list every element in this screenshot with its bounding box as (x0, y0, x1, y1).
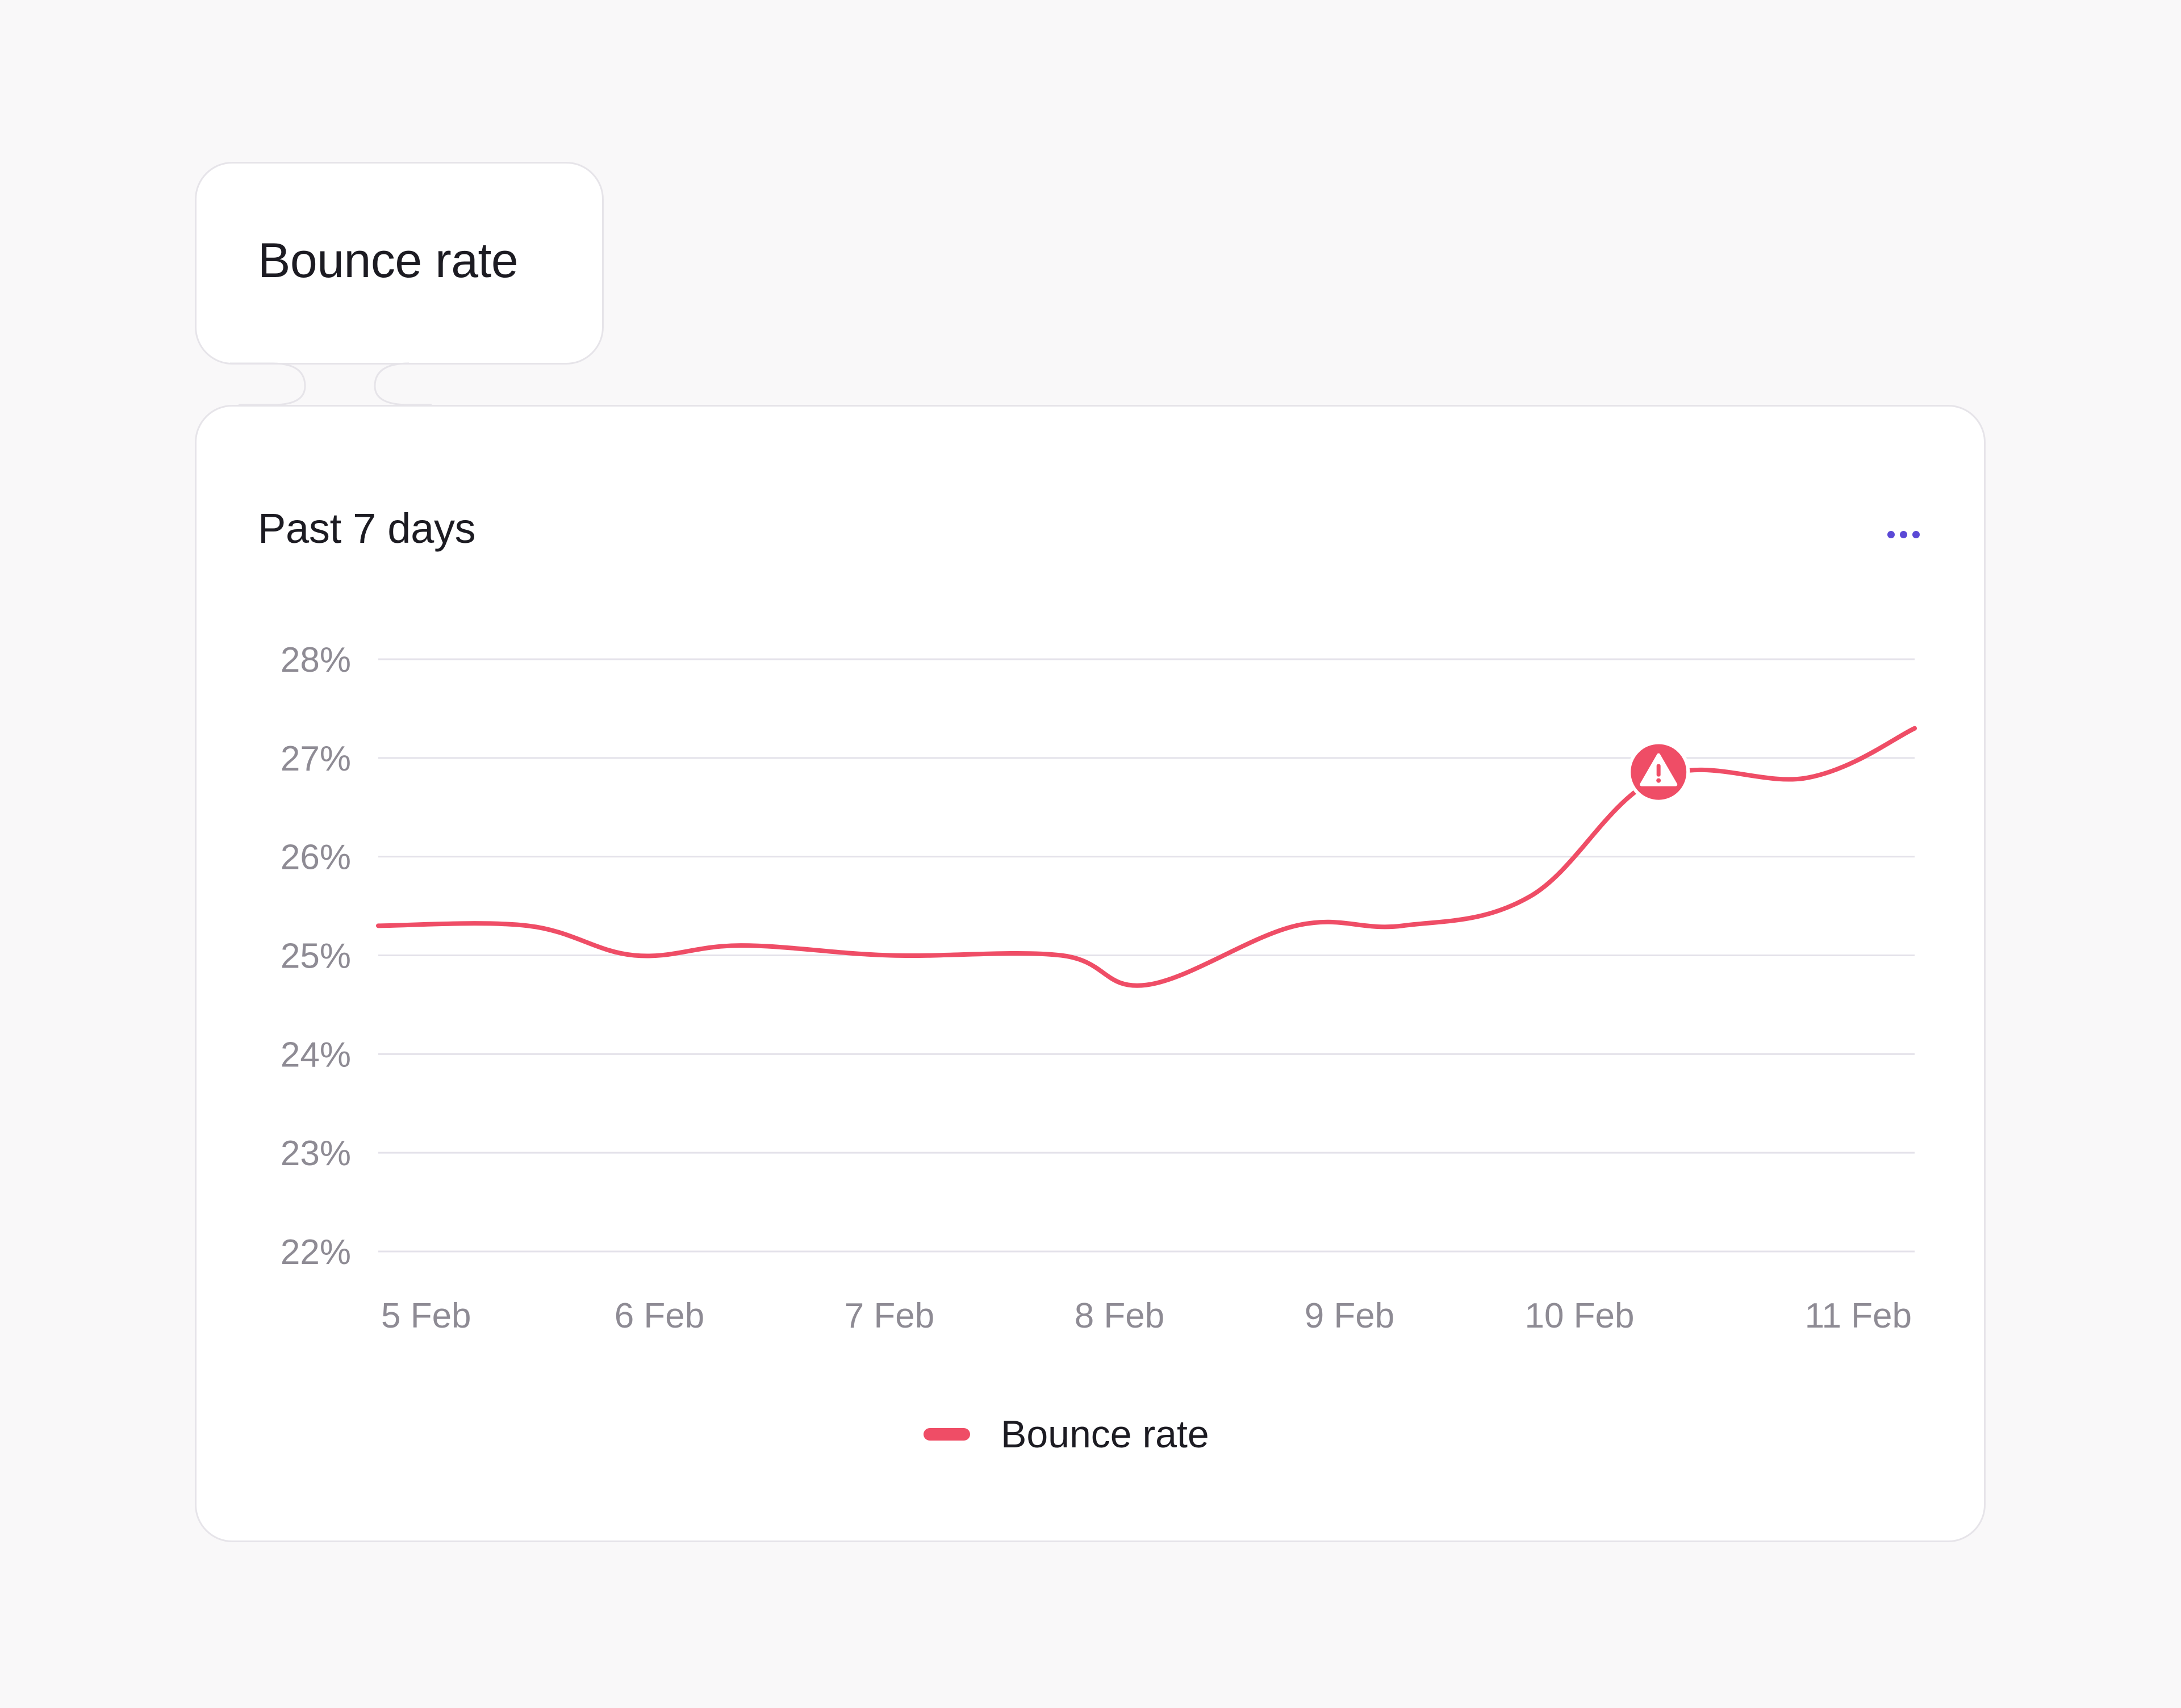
chart-legend: Bounce rate (924, 1406, 1209, 1463)
x-tick-label: 5 Feb (381, 1296, 471, 1336)
legend-swatch-bounce-rate (924, 1428, 970, 1441)
y-axis-ticks: 28% 27% 26% 25% 24% 23% 22% (281, 640, 351, 1272)
y-tick-label: 26% (281, 838, 351, 877)
x-tick-label: 9 Feb (1305, 1296, 1395, 1336)
y-tick-label: 23% (281, 1134, 351, 1173)
warning-triangle-icon[interactable] (1627, 740, 1690, 803)
annotations (1627, 740, 1690, 803)
x-tick-label: 7 Feb (845, 1296, 935, 1336)
x-tick-label: 6 Feb (615, 1296, 705, 1336)
y-tick-label: 22% (281, 1233, 351, 1272)
y-tick-label: 27% (281, 739, 351, 778)
legend-label-bounce-rate: Bounce rate (1001, 1413, 1209, 1456)
y-tick-label: 25% (281, 937, 351, 976)
y-tick-label: 28% (281, 640, 351, 680)
bounce-rate-chart: 28% 27% 26% 25% 24% 23% 22% 5 Feb 6 Feb 7 Feb 8 F… (281, 640, 1917, 1336)
x-tick-label: 11 Feb (1805, 1296, 1912, 1336)
y-tick-label: 24% (281, 1035, 351, 1074)
x-tick-label: 10 Feb (1524, 1296, 1634, 1336)
x-tick-label: 8 Feb (1075, 1296, 1165, 1336)
x-axis-ticks: 5 Feb 6 Feb 7 Feb 8 Feb 9 Feb 10 Feb 11 Feb (381, 1296, 1912, 1336)
connector-right (374, 362, 432, 406)
grid-lines (378, 658, 1915, 1253)
chart-card: Past 7 days 28% 27% 26% 25% 24% 23% 22% 5 Feb 6… (195, 405, 1986, 1542)
connector-notch (195, 365, 305, 405)
